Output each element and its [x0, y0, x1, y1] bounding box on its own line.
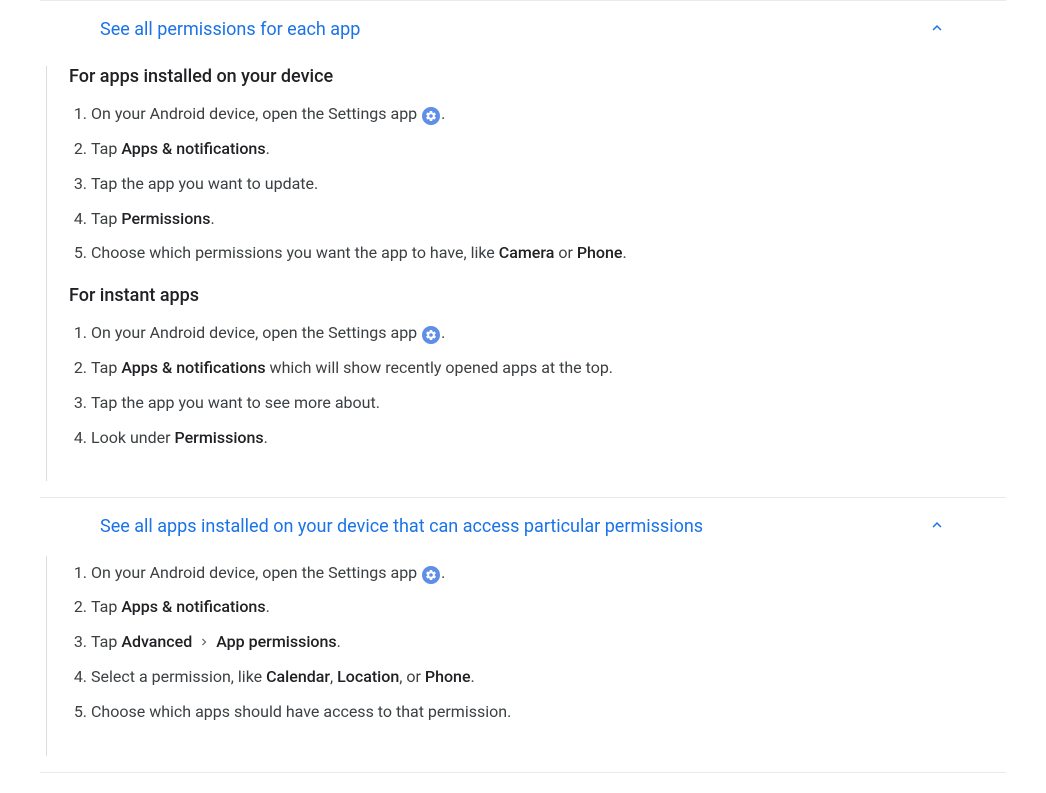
accordion-section-permissions-per-app: See all permissions for each app For app… [40, 0, 1006, 481]
settings-icon [422, 566, 440, 584]
steps-list: On your Android device, open the Setting… [69, 97, 946, 271]
help-article: See all permissions for each app For app… [0, 0, 1046, 793]
step-item: Tap the app you want to update. [91, 167, 946, 202]
step-item: On your Android device, open the Setting… [91, 556, 946, 591]
chevron-right-icon [197, 635, 211, 649]
subheading-instant-apps: For instant apps [69, 285, 946, 306]
accordion-header[interactable]: See all apps installed on your device th… [40, 498, 1006, 555]
step-item: Tap the app you want to see more about. [91, 386, 946, 421]
step-item: Tap Advanced App permissions. [91, 625, 946, 660]
step-item: Tap Permissions. [91, 202, 946, 237]
settings-icon [422, 107, 440, 125]
step-item: Look under Permissions. [91, 421, 946, 456]
accordion-title: See all apps installed on your device th… [100, 514, 703, 539]
accordion-body: For apps installed on your device On you… [46, 66, 1006, 481]
step-item: Choose which apps should have access to … [91, 695, 946, 730]
step-item: On your Android device, open the Setting… [91, 97, 946, 132]
step-item: Tap Apps & notifications. [91, 132, 946, 167]
step-item: Tap Apps & notifications. [91, 590, 946, 625]
divider [40, 772, 1006, 773]
accordion-section-apps-by-permission: See all apps installed on your device th… [40, 497, 1006, 755]
chevron-up-icon [928, 516, 946, 538]
settings-icon [422, 326, 440, 344]
steps-list: On your Android device, open the Setting… [69, 556, 946, 730]
chevron-up-icon [928, 19, 946, 41]
steps-list: On your Android device, open the Setting… [69, 316, 946, 455]
accordion-body: On your Android device, open the Setting… [46, 556, 1006, 756]
step-item: On your Android device, open the Setting… [91, 316, 946, 351]
accordion-header[interactable]: See all permissions for each app [40, 1, 1006, 58]
accordion-title: See all permissions for each app [100, 17, 360, 42]
step-item: Choose which permissions you want the ap… [91, 236, 946, 271]
subheading-installed-apps: For apps installed on your device [69, 66, 946, 87]
step-item: Tap Apps & notifications which will show… [91, 351, 946, 386]
step-item: Select a permission, like Calendar, Loca… [91, 660, 946, 695]
